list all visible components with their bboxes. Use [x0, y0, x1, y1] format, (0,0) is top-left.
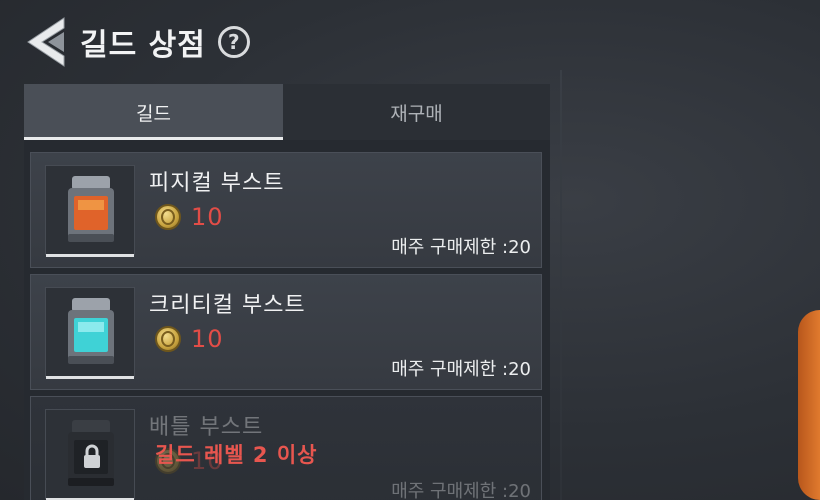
- guild-coin-icon: [155, 326, 181, 352]
- tab-bar: 길드 재구매: [24, 84, 550, 140]
- boost-box-icon: [68, 298, 114, 364]
- item-list: 피지컬 부스트 10 매주 구매제한 :20 크리티컬 부스트 10 매주 구매…: [30, 152, 542, 500]
- boost-box-icon: [68, 176, 114, 242]
- panel-divider: [560, 70, 562, 500]
- item-thumbnail: [45, 409, 135, 500]
- shop-item-physical-boost[interactable]: 피지컬 부스트 10 매주 구매제한 :20: [30, 152, 542, 268]
- item-price: 10: [191, 203, 224, 231]
- header: 길드 상점 ?: [22, 14, 250, 70]
- lock-requirement-message: 길드 레벨 2 이상: [155, 443, 318, 467]
- guild-coin-icon: [155, 204, 181, 230]
- purchase-limit: 매주 구매제한 :20: [391, 481, 531, 500]
- shop-item-battle-boost[interactable]: 배틀 부스트 10 길드 레벨 2 이상 매주 구매제한 :20: [30, 396, 542, 500]
- back-button[interactable]: [22, 14, 70, 70]
- back-arrow-icon: [27, 17, 65, 67]
- item-name: 배틀 부스트: [149, 415, 264, 440]
- item-name: 크리티컬 부스트: [149, 293, 306, 318]
- help-icon[interactable]: ?: [217, 26, 250, 58]
- price-row: 10: [155, 203, 224, 231]
- character-edge-decoration: [798, 310, 820, 500]
- lock-icon: [84, 444, 100, 468]
- shop-item-critical-boost[interactable]: 크리티컬 부스트 10 매주 구매제한 :20: [30, 274, 542, 390]
- shop-panel: 길드 재구매 피지컬 부스트 10 매주 구매제한 :20 크리티컬 부스트 1…: [24, 84, 550, 500]
- item-name: 피지컬 부스트: [149, 171, 285, 196]
- tab-repurchase[interactable]: 재구매: [283, 84, 550, 140]
- item-thumbnail: [45, 287, 135, 379]
- page-title: 길드 상점: [80, 28, 206, 63]
- purchase-limit: 매주 구매제한 :20: [391, 359, 531, 380]
- price-row: 10: [155, 325, 224, 353]
- item-price: 10: [191, 325, 224, 353]
- purchase-limit: 매주 구매제한 :20: [391, 237, 531, 258]
- tab-guild[interactable]: 길드: [24, 84, 283, 140]
- item-thumbnail: [45, 165, 135, 257]
